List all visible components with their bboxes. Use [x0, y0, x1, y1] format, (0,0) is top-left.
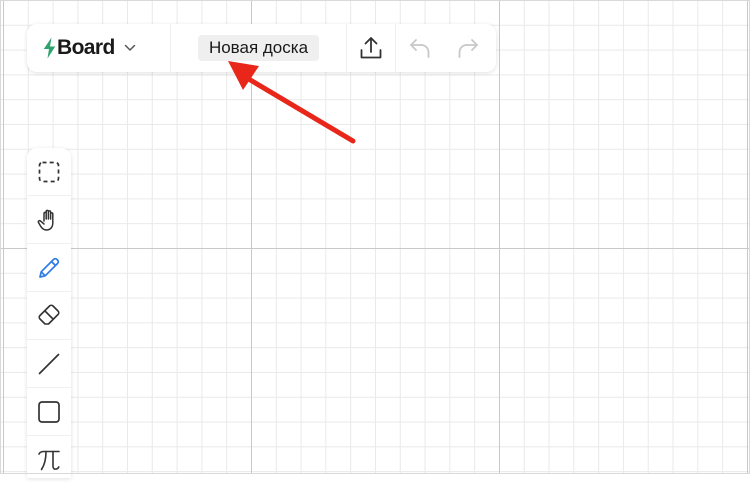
tool-hand[interactable] [27, 195, 71, 243]
undo-icon [410, 39, 430, 58]
tool-select[interactable] [27, 148, 71, 195]
line-icon [38, 353, 60, 374]
bolt-logo-icon [43, 37, 56, 59]
dashed-select-icon [38, 161, 60, 182]
eraser-icon [38, 303, 60, 325]
share-button[interactable] [347, 24, 396, 72]
tool-rectangle[interactable] [27, 387, 71, 435]
board-title-container: Новая доска [171, 24, 347, 72]
hand-icon [37, 209, 54, 231]
tool-line[interactable] [27, 339, 71, 387]
redo-button[interactable] [444, 24, 492, 72]
tools-sidebar [27, 148, 71, 478]
pencil-icon [39, 257, 60, 278]
tool-formula[interactable] [27, 435, 71, 483]
share-upload-icon [360, 37, 382, 59]
top-bar: Board Новая доска [27, 24, 496, 72]
square-icon [38, 400, 60, 423]
tool-eraser[interactable] [27, 291, 71, 339]
tool-pen[interactable] [27, 243, 71, 291]
undo-button[interactable] [396, 24, 444, 72]
pi-icon [38, 450, 60, 470]
app-menu-button[interactable]: Board [27, 24, 171, 72]
redo-icon [458, 39, 478, 58]
chevron-down-icon [124, 44, 135, 51]
board-title[interactable]: Новая доска [197, 35, 320, 61]
brand-name: Board [57, 36, 115, 59]
